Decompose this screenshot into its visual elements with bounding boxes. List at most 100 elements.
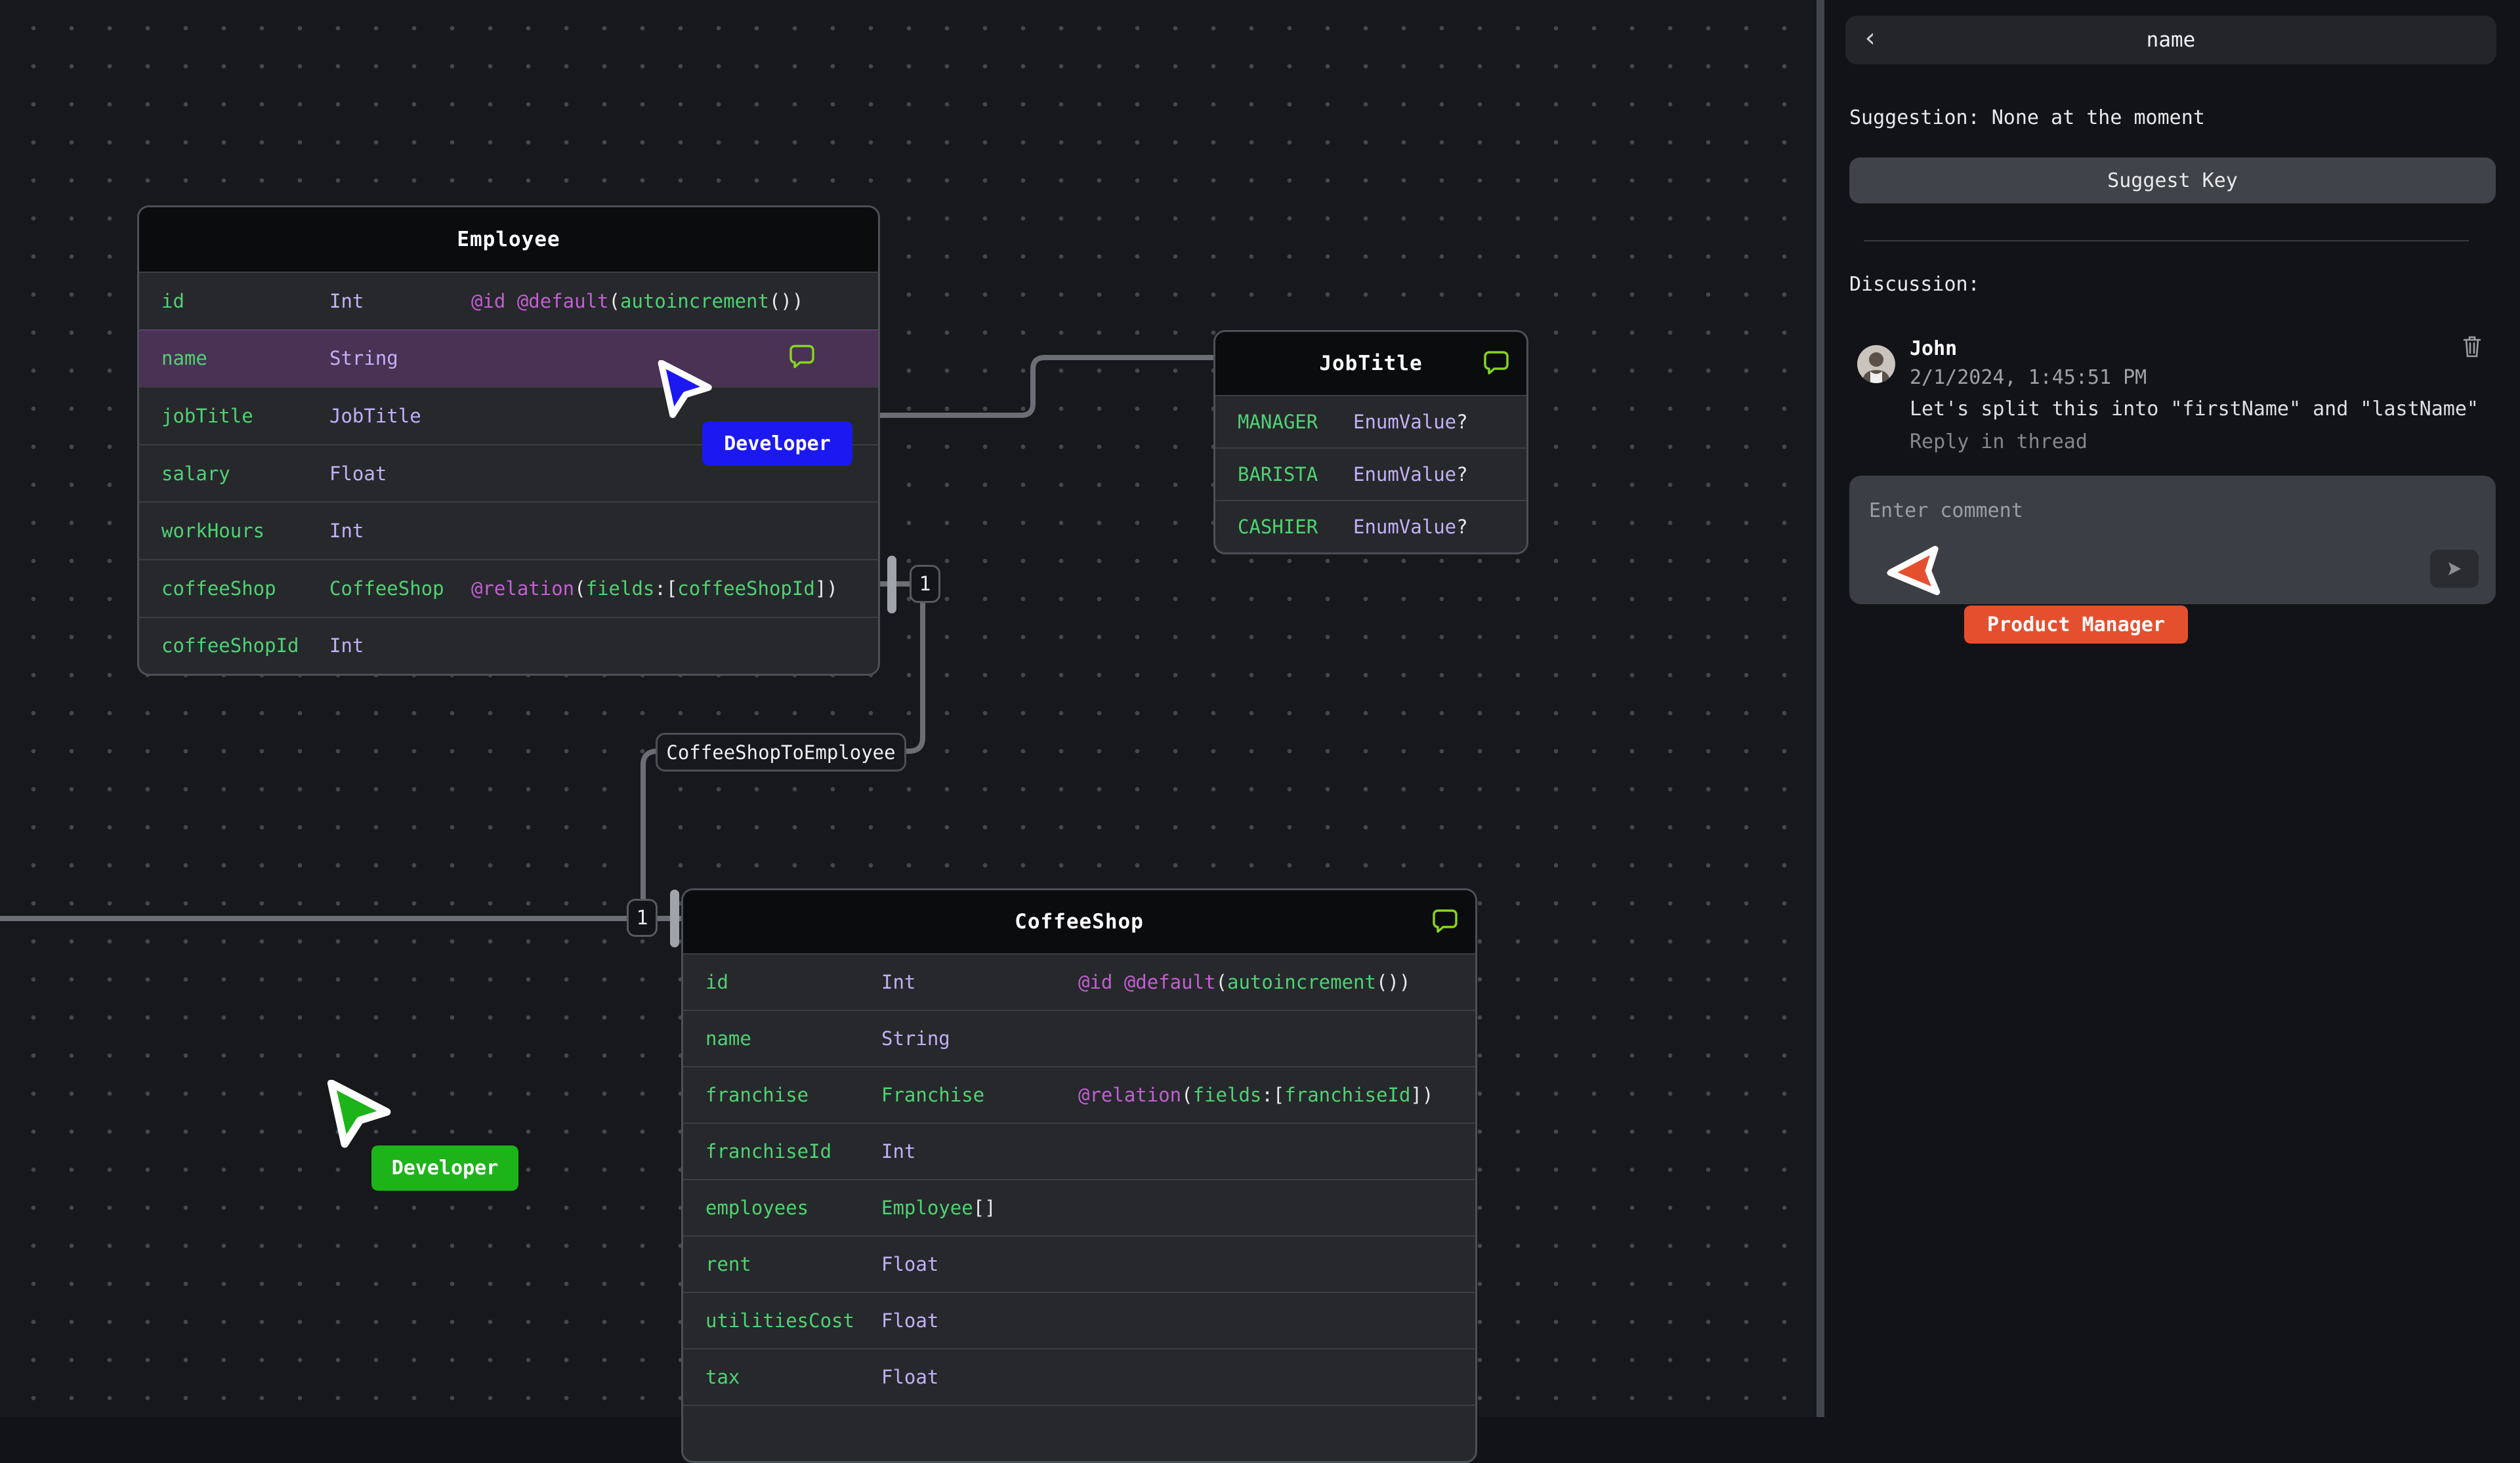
field-type: JobTitle [329,405,471,427]
schema-canvas[interactable]: Employee id Int @id @default(autoincrement(… [0,0,1816,1463]
attr-token: @relation [471,577,575,600]
attr-token: franchiseId [1284,1084,1411,1106]
entity-table-coffeeshop[interactable]: CoffeeShop id Int @id @default(autoincremen… [681,888,1477,1463]
back-button[interactable]: ‹ [1862,23,1878,53]
type-token: Int [329,634,364,657]
discussion-heading: Discussion: [1849,273,1980,296]
send-icon [2448,562,2461,575]
table-row[interactable]: coffeeShopId Int [139,616,878,674]
attr-token: ( [1181,1084,1193,1106]
field-name: jobTitle [161,404,253,427]
delete-comment-button[interactable] [2462,335,2482,361]
type-token: [] [973,1197,996,1219]
type-token: Int [329,289,364,312]
entity-table-jobtitle[interactable]: JobTitle MANAGER EnumValue? BARISTA EnumValu… [1213,330,1528,554]
field-type: Float [881,1309,1078,1332]
field-type: Int [881,1140,1078,1163]
table-row[interactable]: id Int @id @default(autoincrement()) [139,272,878,329]
field-name: coffeeShopId [161,634,299,657]
cardinality-badge: 1 [910,565,940,603]
table-row[interactable]: name String [683,1010,1475,1066]
table-title: CoffeeShop [1015,910,1144,934]
type-token: String [329,347,398,370]
type-token: EnumValue [1353,516,1457,538]
type-token: EnumValue [1353,411,1457,433]
send-button[interactable] [2430,550,2479,588]
reply-in-thread-link[interactable]: Reply in thread [1910,430,2088,453]
attr-token: fields [1192,1084,1262,1106]
table-title: Employee [457,228,560,251]
table-row[interactable]: id Int @id @default(autoincrement()) [683,953,1475,1010]
table-header[interactable]: JobTitle [1215,332,1526,395]
suggest-key-button[interactable]: Suggest Key [1849,157,2496,203]
attr-token: ( [1215,971,1227,993]
field-attributes: @id @default(autoincrement()) [471,290,803,312]
table-row[interactable]: tax Float [683,1348,1475,1405]
type-token: Int [881,1140,916,1163]
field-type: Int [881,971,1078,993]
table-row[interactable]: CASHIER EnumValue? [1215,500,1526,552]
field-type: Float [881,1366,1078,1388]
field-attributes: @relation(fields:[franchiseId]) [1078,1084,1433,1106]
table-row[interactable]: BARISTA EnumValue? [1215,447,1526,500]
type-token: ? [1456,411,1468,433]
table-header[interactable]: Employee [139,207,878,272]
sidebar-header: ‹ name [1845,16,2496,64]
table-row[interactable]: MANAGER EnumValue? [1215,395,1526,447]
type-token: CoffeeShop [329,577,444,600]
attr-token: autoincrement [1227,971,1376,993]
relation-label-pill[interactable]: CoffeeShopToEmployee [656,733,906,772]
cursor-label-developer-blue: Developer [702,421,852,466]
attr-token: :[ [654,577,678,600]
suggestion-text: Suggestion: None at the moment [1849,106,2205,129]
table-row[interactable]: coffeeShop CoffeeShop @relation(fields:[co… [139,558,878,617]
attr-token: @relation [1078,1084,1182,1106]
cardinality-marker [887,556,896,613]
table-row[interactable] [683,1405,1475,1461]
field-type: Employee[] [881,1197,1078,1219]
cardinality-badge: 1 [627,899,658,937]
field-type: CoffeeShop [329,577,471,600]
field-attributes: @relation(fields:[coffeeShopId]) [471,577,838,600]
table-row[interactable]: utilitiesCost Float [683,1292,1475,1348]
comment-author: John [1910,337,1958,360]
relation-line-employee-jobtitle [877,355,1218,418]
attr-token: ( [574,577,586,600]
cursor-label-developer-green: Developer [371,1145,518,1191]
field-type: Franchise [881,1084,1078,1106]
type-token: Float [881,1309,939,1332]
type-token: Float [881,1253,939,1275]
field-attributes: @id @default(autoincrement()) [1078,971,1410,993]
field-name: franchiseId [705,1140,832,1163]
attr-token: coffeeShopId [677,577,815,600]
trash-icon [2463,336,2481,358]
table-row[interactable]: employees Employee[] [683,1179,1475,1235]
table-row[interactable]: franchiseId Int [683,1123,1475,1179]
field-name: CASHIER [1238,516,1318,538]
field-type: String [329,347,471,369]
table-row[interactable]: name String [139,329,878,387]
type-token: Int [329,520,364,543]
person-silhouette-icon [1862,352,1890,383]
panel-divider [1816,0,1824,1417]
type-token: String [881,1027,950,1050]
table-row[interactable]: workHours Int [139,501,878,559]
type-token: Employee [881,1197,973,1219]
attr-token: autoincrement [620,289,769,312]
table-header[interactable]: CoffeeShop [683,890,1475,953]
field-detail-sidebar: ‹ name Suggestion: None at the moment Su… [1824,0,2520,1417]
field-name: id [161,289,184,312]
attr-token: ()) [768,289,804,312]
table-row[interactable]: franchise Franchise @relation(fields:[fran… [683,1066,1475,1123]
field-name: MANAGER [1238,411,1318,433]
field-type: String [881,1027,1078,1050]
type-token: JobTitle [329,404,421,427]
field-name: coffeeShop [161,577,276,600]
table-row[interactable]: rent Float [683,1235,1475,1292]
comment-bubble-icon[interactable] [789,344,815,369]
comment-bubble-icon[interactable] [1483,350,1509,375]
comment-bubble-icon[interactable] [1432,908,1458,933]
comment-timestamp: 2/1/2024, 1:45:51 PM [1910,366,2147,389]
field-name: id [705,971,728,993]
field-name: BARISTA [1238,463,1318,485]
